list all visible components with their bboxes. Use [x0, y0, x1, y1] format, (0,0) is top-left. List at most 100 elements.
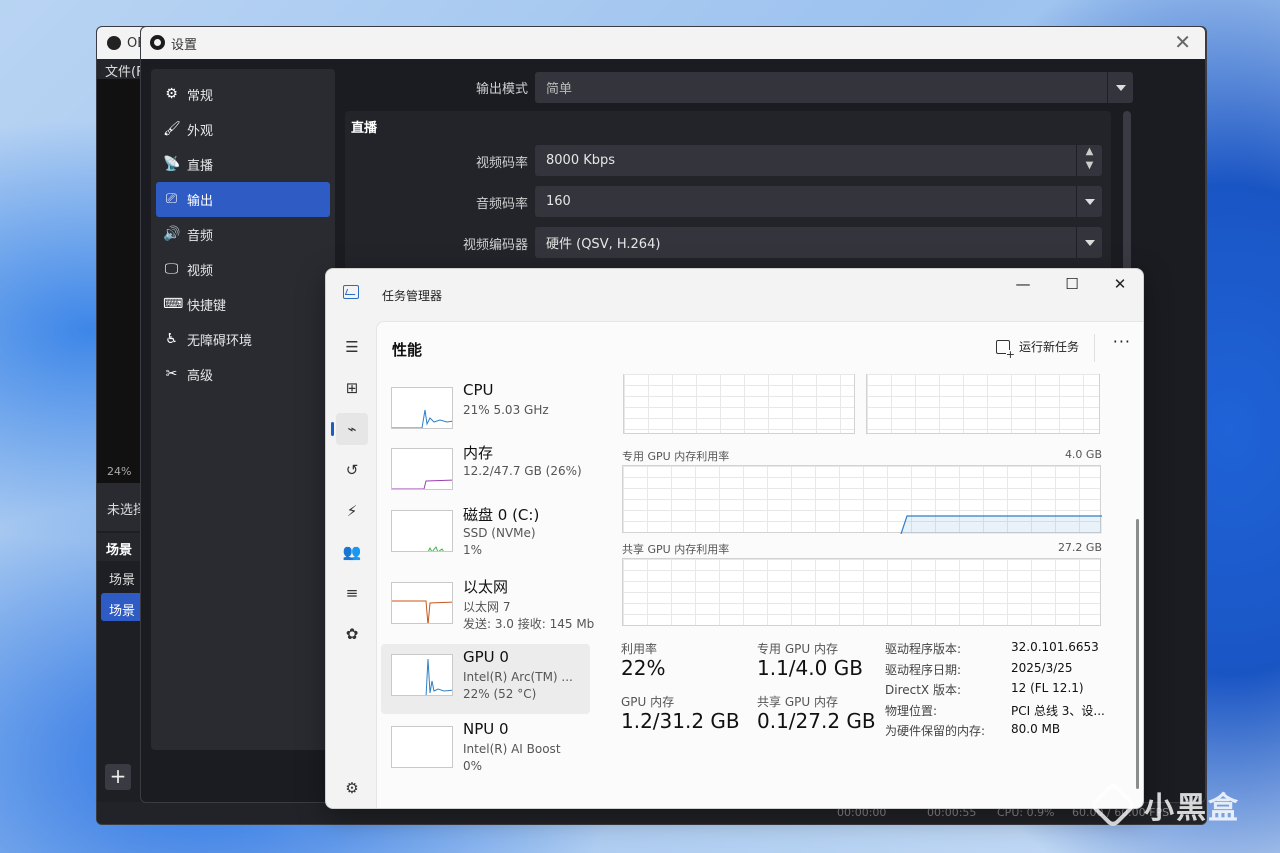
settings-sidebar-label: 音频: [187, 229, 214, 244]
perf-item-memory[interactable]: 内存 12.2/47.7 GB (26%): [381, 438, 590, 508]
gpu-line: [425, 658, 452, 695]
obs-preview-percent: 24%: [107, 465, 132, 478]
new-task-icon: [995, 339, 1015, 360]
settings-sidebar-label: 输出: [187, 194, 214, 209]
app-history-icon[interactable]: ↺: [336, 454, 368, 486]
gpu-sparkline-svg: [425, 658, 452, 695]
users-icon[interactable]: 👥: [336, 536, 368, 568]
performance-header: 性能 运行新任务 ···: [377, 322, 1143, 374]
perf-item-sub: SSD (NVMe): [463, 526, 536, 540]
settings-sidebar-item[interactable]: ♿ 无障碍环境: [156, 322, 330, 357]
settings-title: 设置: [171, 38, 198, 53]
more-options-icon[interactable]: ···: [1113, 332, 1131, 351]
perf-item-npu[interactable]: NPU 0 Intel(R) AI Boost 0%: [381, 716, 590, 786]
task-manager-content: 性能 运行新任务 ··· CPU 21% 5.03 GHz: [376, 321, 1143, 808]
engine-chart-right: [866, 374, 1100, 434]
encoder-label: 视频编码器: [462, 238, 528, 253]
hamburger-menu-icon[interactable]: ☰: [336, 331, 368, 363]
output-mode-select[interactable]: 简单: [535, 72, 1133, 103]
spinner-arrows-icon[interactable]: ▲ ▼: [1076, 145, 1102, 176]
monitor-icon: 🖵: [164, 261, 179, 277]
perf-item-ethernet[interactable]: 以太网 以太网 7 发送: 3.0 接收: 145 Mb: [381, 572, 594, 642]
minimize-icon[interactable]: —: [1000, 275, 1046, 293]
perf-item-sub: 21% 5.03 GHz: [463, 403, 549, 417]
settings-sidebar: ⚙ 常规 🖌 外观 📡 直播 ⎚ 输出 🔊 音频 🖵 视频 ⌨ 快捷键 ♿ 无障碍环境 ✂ 高级: [151, 69, 335, 750]
perf-item-gpu[interactable]: GPU 0 Intel(R) Arc(TM) ... 22% (52 °C): [381, 644, 590, 714]
shared-chart-max: 27.2 GB: [1057, 541, 1102, 554]
perf-item-name: 磁盘 0 (C:): [463, 506, 540, 524]
settings-sidebar-label: 直播: [187, 159, 214, 174]
details-list-icon[interactable]: ≡: [336, 577, 368, 609]
task-manager-nav: ☰ ⊞ ⌁ ↺ ⚡ 👥 ≡ ✿ ⚙: [326, 321, 376, 808]
obs-scene-item-1[interactable]: 场景: [109, 569, 135, 588]
encoder-select[interactable]: 硬件 (QSV, H.264): [535, 227, 1102, 258]
memory-sparkline-svg: [392, 479, 452, 489]
shared-gpu-memory-chart: [622, 558, 1101, 626]
run-new-task-button[interactable]: 运行新任务: [995, 338, 1079, 360]
settings-sidebar-item[interactable]: ⎚ 输出: [156, 182, 330, 217]
directx-version-value: 12 (FL 12.1): [1011, 681, 1084, 695]
shared-memory-label: 共享 GPU 内存: [757, 695, 838, 709]
physical-location-value: PCI 总线 3、设...: [1011, 704, 1105, 718]
settings-sidebar-item[interactable]: 📡 直播: [156, 147, 330, 182]
settings-close-icon[interactable]: ✕: [1174, 30, 1191, 54]
perf-item-sub2: 发送: 3.0 接收: 145 Mb: [463, 617, 595, 631]
settings-sidebar-item[interactable]: ⚙ 常规: [156, 77, 330, 112]
memory-line: [392, 479, 452, 489]
perf-item-name: GPU 0: [463, 648, 509, 666]
encoder-value: 硬件 (QSV, H.264): [546, 237, 661, 252]
audio-bitrate-select[interactable]: 160: [535, 186, 1102, 217]
dedicated-chart-svg: [900, 515, 1102, 534]
perf-item-cpu[interactable]: CPU 21% 5.03 GHz: [381, 377, 590, 447]
obs-scenes-header: 场景: [106, 543, 133, 558]
settings-sidebar-label: 视频: [187, 264, 214, 279]
task-manager-scrollbar[interactable]: [1136, 374, 1139, 804]
performance-icon[interactable]: ⌁: [331, 413, 368, 445]
audio-bitrate-value: 160: [546, 194, 571, 209]
disk-sparkline: [391, 510, 453, 552]
chevron-down-icon[interactable]: [1107, 72, 1133, 103]
processes-icon[interactable]: ⊞: [336, 372, 368, 404]
chevron-down-icon[interactable]: [1076, 227, 1102, 258]
performance-device-list: CPU 21% 5.03 GHz 内存 12.2/47.7 GB (26%) 磁…: [377, 374, 595, 808]
keyboard-icon: ⌨: [163, 296, 184, 312]
settings-sidebar-item[interactable]: 🖵 视频: [156, 252, 330, 287]
watermark-text: 小黑盒: [1144, 791, 1240, 826]
maximize-icon[interactable]: ☐: [1049, 275, 1095, 293]
video-bitrate-value: 8000 Kbps: [546, 153, 616, 168]
close-icon[interactable]: ✕: [1097, 275, 1143, 293]
obs-add-scene-button[interactable]: +: [105, 764, 131, 790]
disk-sparkline-svg: [427, 546, 444, 551]
settings-sidebar-item[interactable]: 🔊 音频: [156, 217, 330, 252]
settings-sidebar-item[interactable]: 🖌 外观: [156, 112, 330, 147]
settings-sidebar-item[interactable]: ✂ 高级: [156, 357, 330, 392]
output-icon: ⎚: [165, 191, 178, 207]
perf-item-sub2: 0%: [463, 759, 483, 773]
cpu-sparkline: [391, 387, 453, 429]
gpu-detail-panel: 专用 GPU 内存利用率 4.0 GB 共享 GPU 内存利用率 27.2 GB…: [613, 374, 1133, 808]
settings-sidebar-label: 常规: [187, 89, 214, 104]
settings-scrollbar[interactable]: [1123, 111, 1131, 291]
utilization-value: 22%: [621, 656, 666, 680]
dedicated-memory-label: 专用 GPU 内存: [757, 642, 838, 656]
settings-sidebar-item[interactable]: ⌨ 快捷键: [156, 287, 330, 322]
output-mode-value: 简单: [546, 82, 573, 97]
chevron-down-icon[interactable]: [1076, 186, 1102, 217]
settings-gear-icon[interactable]: ⚙: [336, 772, 368, 804]
perf-item-name: 内存: [463, 444, 494, 462]
scrollbar-thumb[interactable]: [1136, 519, 1139, 789]
directx-version-label: DirectX 版本:: [885, 683, 962, 697]
task-manager-window: 任务管理器 — ☐ ✕ ☰ ⊞ ⌁ ↺ ⚡ 👥 ≡ ✿ ⚙ 性能 运行新任务 ·…: [325, 268, 1144, 809]
startup-apps-icon[interactable]: ⚡: [336, 495, 368, 527]
engine-chart-left: [623, 374, 855, 434]
task-manager-app-icon: [343, 285, 359, 299]
perf-item-disk[interactable]: 磁盘 0 (C:) SSD (NVMe) 1%: [381, 500, 590, 570]
accessibility-icon: ♿: [165, 331, 178, 347]
perf-item-name: 以太网: [463, 578, 509, 596]
video-bitrate-input[interactable]: 8000 Kbps ▲ ▼: [535, 145, 1102, 176]
shared-memory-value: 0.1/27.2 GB: [757, 709, 876, 733]
services-icon[interactable]: ✿: [336, 618, 368, 650]
perf-item-sub: 12.2/47.7 GB (26%): [463, 464, 582, 478]
driver-version-value: 32.0.101.6653: [1011, 640, 1099, 654]
ethernet-line: [392, 600, 452, 623]
